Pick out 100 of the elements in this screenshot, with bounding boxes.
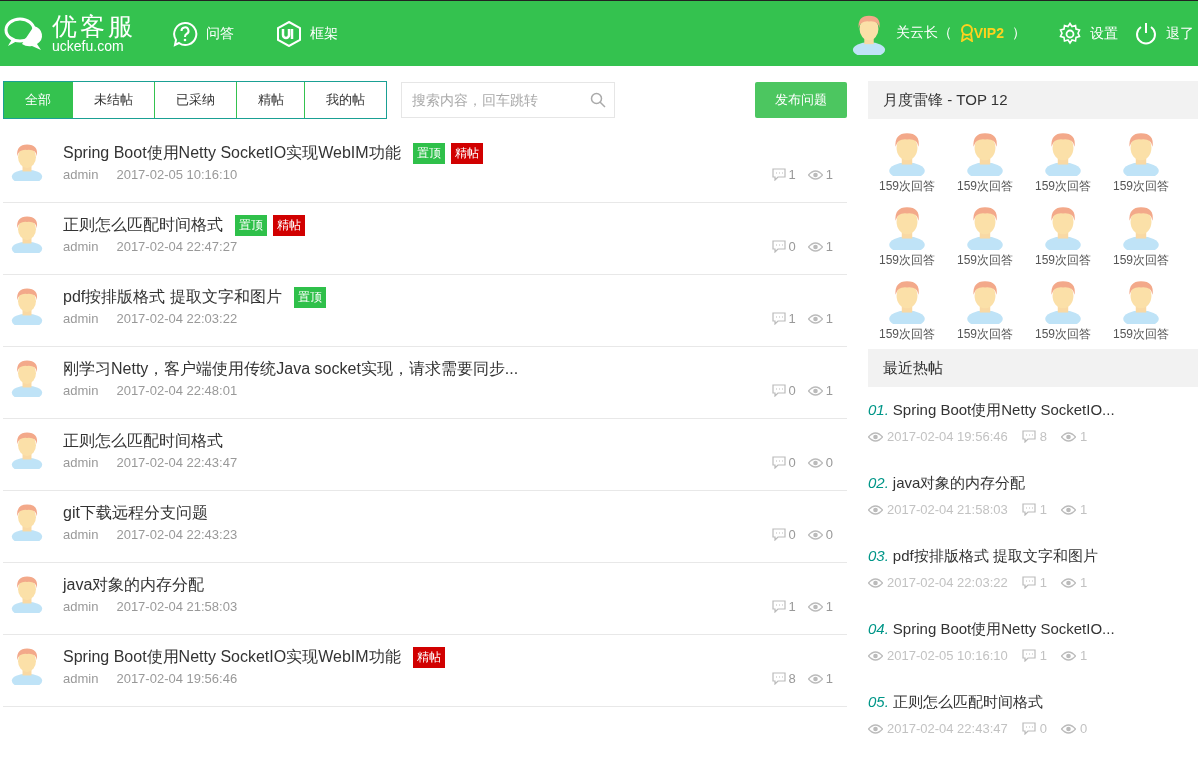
eye-icon bbox=[807, 457, 823, 468]
bracket-text: ） bbox=[1012, 24, 1026, 43]
rank-number: 04. bbox=[868, 620, 889, 640]
logo-name: 优客服 bbox=[52, 14, 136, 39]
comment-count: 8 bbox=[788, 671, 796, 686]
eye-icon bbox=[868, 431, 883, 442]
answer-count[interactable]: 159次回答 bbox=[879, 178, 935, 196]
comment-count: 1 bbox=[788, 167, 796, 182]
comment-count: 0 bbox=[1039, 721, 1047, 737]
hot-post-title[interactable]: Spring Boot使用Netty SocketIO... bbox=[892, 401, 1115, 421]
post-title[interactable]: 正则怎么匹配时间格式 bbox=[63, 430, 223, 452]
hot-post-title[interactable]: java对象的内存分配 bbox=[892, 474, 1026, 494]
pinned-tag: 置顶 bbox=[235, 214, 267, 236]
answer-count[interactable]: 159次回答 bbox=[879, 326, 935, 344]
view-count: 1 bbox=[825, 671, 833, 686]
post-time: 2017-02-04 22:43:23 bbox=[116, 527, 238, 542]
post-time: 2017-02-04 19:56:46 bbox=[887, 429, 1008, 445]
medal-icon bbox=[959, 24, 974, 43]
ui-hexagon-icon bbox=[276, 20, 302, 47]
hot-post-title[interactable]: 正则怎么匹配时间格式 bbox=[892, 693, 1043, 713]
post-title[interactable]: 刚学习Netty，客户端使用传统Java socket实现，请求需要同步... bbox=[63, 358, 519, 380]
comment-count: 1 bbox=[788, 599, 796, 614]
search-field[interactable]: 搜索内容，回车跳转 bbox=[401, 82, 615, 118]
featured-tag: 精帖 bbox=[273, 214, 305, 236]
pinned-tag: 置顶 bbox=[293, 286, 326, 308]
eye-icon bbox=[868, 504, 883, 515]
eye-icon bbox=[807, 673, 823, 684]
post-title[interactable]: 正则怎么匹配时间格式 bbox=[63, 214, 223, 236]
comment-icon bbox=[771, 312, 786, 325]
answer-count[interactable]: 159次回答 bbox=[957, 178, 1013, 196]
comment-icon bbox=[1021, 503, 1036, 517]
rank-number: 03. bbox=[868, 547, 889, 567]
eye-icon bbox=[1060, 723, 1076, 734]
answer-count[interactable]: 159次回答 bbox=[957, 326, 1013, 344]
comment-icon bbox=[771, 528, 786, 541]
view-count: 1 bbox=[825, 599, 833, 614]
comment-count: 8 bbox=[1039, 429, 1047, 445]
eye-icon bbox=[807, 241, 823, 252]
answer-count[interactable]: 159次回答 bbox=[1035, 326, 1091, 344]
vip-level: VIP2 bbox=[973, 25, 1004, 42]
eye-icon bbox=[868, 650, 883, 661]
post-time: 2017-02-04 22:43:47 bbox=[116, 455, 238, 470]
hot-post-title[interactable]: pdf按排版格式 提取文字和图片 bbox=[892, 547, 1098, 567]
featured-tag: 精帖 bbox=[450, 142, 483, 164]
answer-count[interactable]: 159次回答 bbox=[1113, 178, 1169, 196]
rank-number: 05. bbox=[868, 693, 889, 713]
view-count: 1 bbox=[1079, 429, 1088, 445]
comment-icon bbox=[771, 672, 786, 685]
question-icon bbox=[172, 20, 198, 47]
post-title[interactable]: pdf按排版格式 提取文字和图片 bbox=[63, 286, 282, 308]
hot-post-title[interactable]: Spring Boot使用Netty SocketIO... bbox=[892, 620, 1115, 640]
comment-count: 1 bbox=[788, 311, 796, 326]
section-header: 最近热帖 bbox=[868, 349, 1198, 388]
comment-icon bbox=[1021, 576, 1036, 590]
view-count: 1 bbox=[1079, 502, 1088, 518]
comment-icon bbox=[771, 456, 786, 469]
answer-count[interactable]: 159次回答 bbox=[1035, 252, 1091, 270]
answer-count[interactable]: 159次回答 bbox=[879, 252, 935, 270]
eye-icon bbox=[1060, 504, 1076, 515]
view-count: 1 bbox=[1079, 648, 1088, 664]
post-time: 2017-02-04 22:48:01 bbox=[116, 383, 238, 398]
logo-domain: uckefu.com bbox=[52, 39, 124, 53]
post-time: 2017-02-05 10:16:10 bbox=[887, 648, 1008, 664]
post-time: 2017-02-04 22:03:22 bbox=[116, 311, 238, 326]
answer-count[interactable]: 159次回答 bbox=[957, 252, 1013, 270]
view-count: 1 bbox=[1079, 575, 1088, 591]
answer-count[interactable]: 159次回答 bbox=[1113, 252, 1169, 270]
view-count: 0 bbox=[825, 527, 833, 542]
post-time: 2017-02-04 21:58:03 bbox=[116, 599, 238, 614]
post-time: 2017-02-04 21:58:03 bbox=[887, 502, 1008, 518]
comment-icon bbox=[771, 384, 786, 397]
comment-icon bbox=[771, 600, 786, 613]
view-count: 1 bbox=[825, 167, 833, 182]
view-count: 1 bbox=[825, 239, 833, 254]
eye-icon bbox=[1060, 650, 1076, 661]
section-header: 月度雷锋 - TOP 12 bbox=[868, 81, 1198, 119]
settings-icon bbox=[1058, 21, 1082, 46]
search-icon bbox=[590, 92, 606, 108]
comment-icon bbox=[771, 168, 786, 181]
rank-number: 01. bbox=[868, 401, 889, 421]
comment-count: 0 bbox=[788, 383, 796, 398]
answer-count[interactable]: 159次回答 bbox=[1113, 326, 1169, 344]
post-title[interactable]: Spring Boot使用Netty SocketIO实现WebIM功能 bbox=[63, 142, 401, 164]
eye-icon bbox=[868, 577, 883, 588]
eye-icon bbox=[807, 169, 823, 180]
pinned-tag: 置顶 bbox=[412, 142, 445, 164]
rank-number: 02. bbox=[868, 474, 889, 494]
post-title[interactable]: Spring Boot使用Netty SocketIO实现WebIM功能 bbox=[63, 646, 401, 668]
comment-count: 1 bbox=[1039, 648, 1047, 664]
comment-icon bbox=[1021, 430, 1036, 444]
eye-icon bbox=[807, 385, 823, 396]
post-title[interactable]: java对象的内存分配 bbox=[63, 574, 205, 596]
post-time: 2017-02-04 22:47:27 bbox=[116, 239, 238, 254]
comment-count: 1 bbox=[1039, 502, 1047, 518]
post-title[interactable]: git下载远程分支问题 bbox=[63, 502, 208, 524]
comment-count: 0 bbox=[788, 239, 796, 254]
comment-count: 0 bbox=[788, 527, 796, 542]
view-count: 0 bbox=[825, 455, 833, 470]
eye-icon bbox=[1060, 577, 1076, 588]
answer-count[interactable]: 159次回答 bbox=[1035, 178, 1091, 196]
